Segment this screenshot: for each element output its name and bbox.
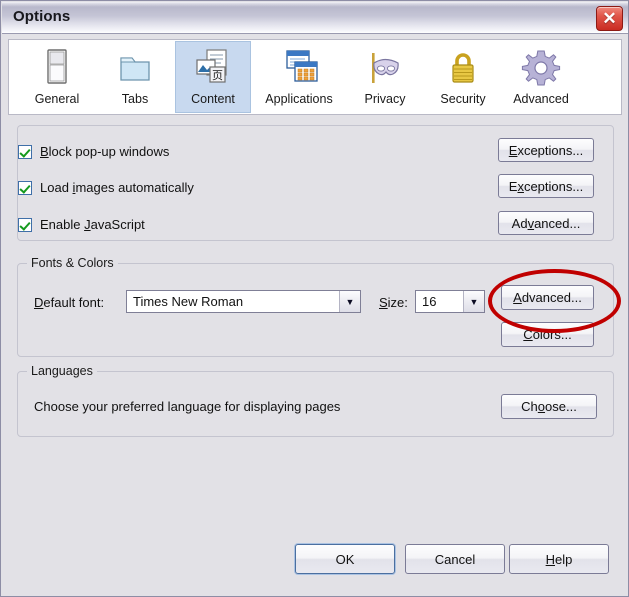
tab-label: Privacy [364, 92, 406, 106]
tab-advanced[interactable]: Advanced [503, 41, 579, 113]
content-page-icon: 页 [191, 47, 235, 89]
colors-button[interactable]: Colors... [501, 322, 594, 347]
tab-strip: General Tabs 页 Content Applications Priv… [8, 39, 622, 115]
default-font-value: Times New Roman [133, 294, 244, 309]
checkbox-block-popups[interactable]: Block pop-up windows [18, 144, 169, 159]
javascript-advanced-button[interactable]: Advanced... [498, 211, 594, 235]
tab-tabs[interactable]: Tabs [97, 41, 173, 113]
tab-content[interactable]: 页 Content [175, 41, 251, 113]
default-font-select[interactable]: Times New Roman ▼ [126, 290, 361, 313]
window-pane-icon [35, 47, 79, 89]
chevron-down-icon[interactable]: ▼ [463, 291, 484, 312]
checkbox-load-images[interactable]: Load images automatically [18, 180, 194, 195]
folder-tabs-icon [113, 47, 157, 89]
tab-applications[interactable]: Applications [253, 41, 345, 113]
images-exceptions-button[interactable]: Exceptions... [498, 174, 594, 198]
choose-language-button[interactable]: Choose... [501, 394, 597, 419]
padlock-icon [441, 47, 485, 89]
checkbox-label: Block pop-up windows [40, 144, 170, 159]
button-label: Colors... [523, 327, 572, 342]
default-font-label: Default font: [34, 295, 105, 310]
checkbox-indicator[interactable] [18, 144, 32, 159]
button-label: OK [335, 551, 355, 567]
ok-button[interactable]: OK [295, 544, 395, 574]
group-legend: Fonts & Colors [27, 256, 118, 270]
button-label: Advanced... [511, 215, 581, 231]
tab-label: Applications [265, 92, 333, 106]
svg-text:页: 页 [212, 69, 223, 82]
button-label: Exceptions... [508, 178, 584, 194]
button-label: Cancel [434, 551, 476, 567]
fonts-advanced-button[interactable]: Advanced... [501, 285, 594, 310]
gear-icon [519, 47, 563, 89]
window-title: Options [13, 8, 71, 25]
mask-icon [363, 47, 407, 89]
font-size-select[interactable]: 16 ▼ [415, 290, 485, 313]
button-label: Help [545, 551, 573, 567]
help-button[interactable]: Help [509, 544, 609, 574]
tab-label: Tabs [121, 92, 149, 106]
button-label: Exceptions... [508, 142, 584, 158]
checkbox-indicator[interactable] [18, 217, 32, 232]
popup-exceptions-button[interactable]: Exceptions... [498, 138, 594, 162]
font-size-value: 16 [422, 294, 437, 309]
cancel-button[interactable]: Cancel [405, 544, 505, 574]
tab-security[interactable]: Security [425, 41, 501, 113]
languages-description: Choose your preferred language for displ… [34, 399, 341, 414]
app-windows-icon [277, 47, 321, 89]
title-bar: Options ✕ [2, 2, 628, 34]
tab-label: Content [191, 92, 235, 106]
tab-privacy[interactable]: Privacy [347, 41, 423, 113]
tab-general[interactable]: General [19, 41, 95, 113]
button-label: Choose... [521, 399, 577, 414]
tab-label: Advanced [513, 92, 569, 106]
checkbox-label: Load images automatically [40, 180, 194, 195]
close-icon: ✕ [602, 9, 617, 28]
group-legend: Languages [27, 364, 97, 378]
options-dialog: Options ✕ General Tabs 页 Content Applica… [0, 0, 629, 597]
checkbox-enable-javascript[interactable]: Enable JavaScript [18, 217, 145, 232]
checkbox-indicator[interactable] [18, 180, 32, 195]
tab-label: General [34, 92, 80, 106]
tab-label: Security [440, 92, 486, 106]
close-button[interactable]: ✕ [596, 6, 623, 31]
font-size-label: Size: [379, 295, 408, 310]
chevron-down-icon[interactable]: ▼ [339, 291, 360, 312]
button-label: Advanced... [513, 290, 582, 305]
checkbox-label: Enable JavaScript [40, 217, 145, 232]
